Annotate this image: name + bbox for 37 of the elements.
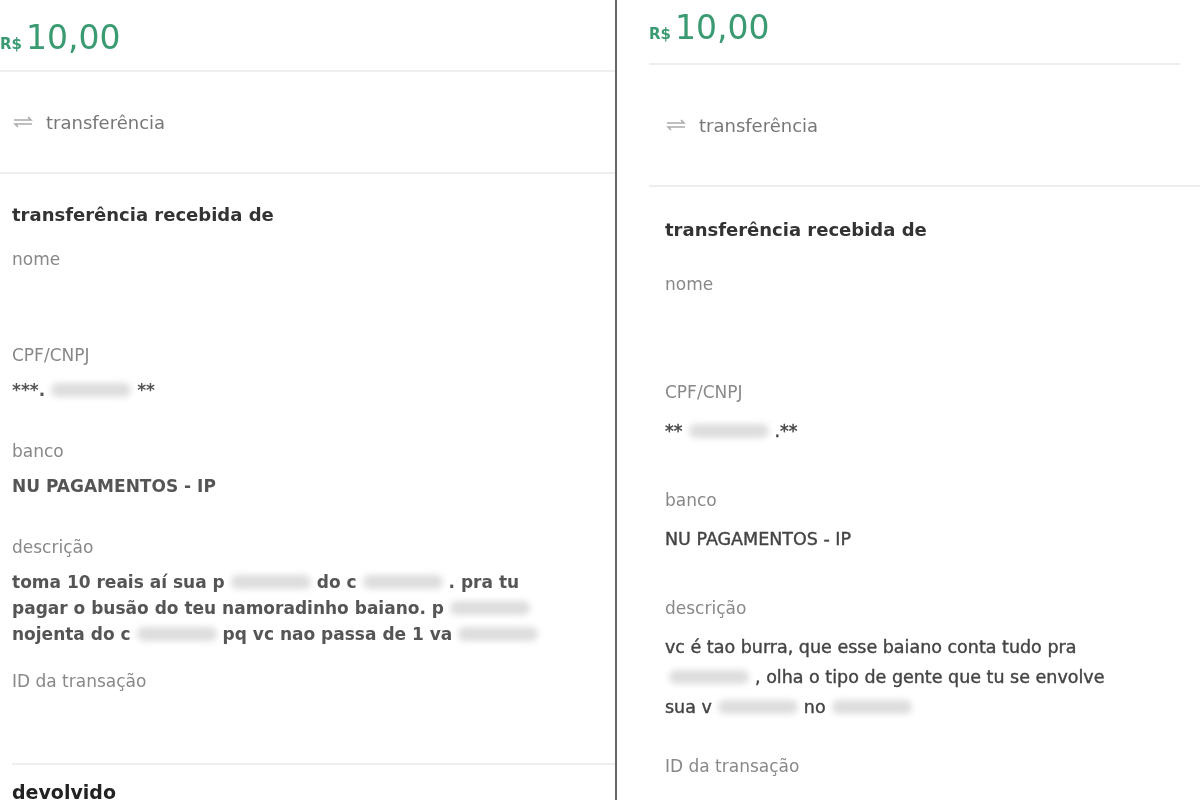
value-text: sua v	[665, 697, 712, 717]
field-label: descrição	[12, 537, 95, 557]
value-text: **	[665, 421, 683, 441]
field-label: nome	[12, 249, 62, 269]
section-title: devolvido	[12, 781, 116, 800]
field-label: nome	[665, 274, 715, 294]
value-text: pq vc nao passa de 1 va	[222, 624, 453, 644]
field-label: banco	[12, 441, 65, 461]
field-label: descrição	[665, 598, 748, 618]
transfer-arrows-icon	[12, 116, 34, 128]
field-label: ID da transação	[665, 756, 801, 776]
value-text: toma 10 reais aí sua p	[12, 572, 225, 592]
value-text: , olha o tipo de gente que tu se envolve	[755, 667, 1105, 687]
value-text: NU PAGAMENTOS - IP	[665, 529, 852, 549]
transaction-type: transferência	[46, 111, 166, 133]
currency-symbol: R$	[0, 35, 22, 53]
field-label: CPF/CNPJ	[12, 345, 91, 365]
field-label: CPF/CNPJ	[665, 382, 744, 402]
section-title: transferência recebida de	[12, 204, 275, 225]
value-text: vc é tao burra, que esse baiano conta tudo pra	[665, 637, 1077, 657]
field-label: ID da transação	[12, 671, 148, 691]
transfer-arrows-icon	[665, 119, 687, 131]
value-text: **	[137, 380, 155, 400]
value-text: NU PAGAMENTOS - IP	[12, 476, 216, 496]
amount-value: 10,00	[26, 18, 121, 57]
currency-symbol: R$	[649, 25, 671, 43]
amount-value: 10,00	[675, 8, 770, 47]
value-text: .**	[774, 421, 798, 441]
value-text: nojenta do c	[12, 624, 131, 644]
value-text: pagar o busão do teu namoradinho baiano. p	[12, 598, 444, 618]
value-text: . pra tu	[448, 572, 520, 592]
field-label: banco	[665, 490, 718, 510]
value-text: do c	[316, 572, 357, 592]
value-text: no	[803, 697, 826, 717]
transaction-type: transferência	[699, 114, 819, 136]
section-title: transferência recebida de	[665, 219, 928, 240]
value-text: ***.	[12, 380, 46, 400]
